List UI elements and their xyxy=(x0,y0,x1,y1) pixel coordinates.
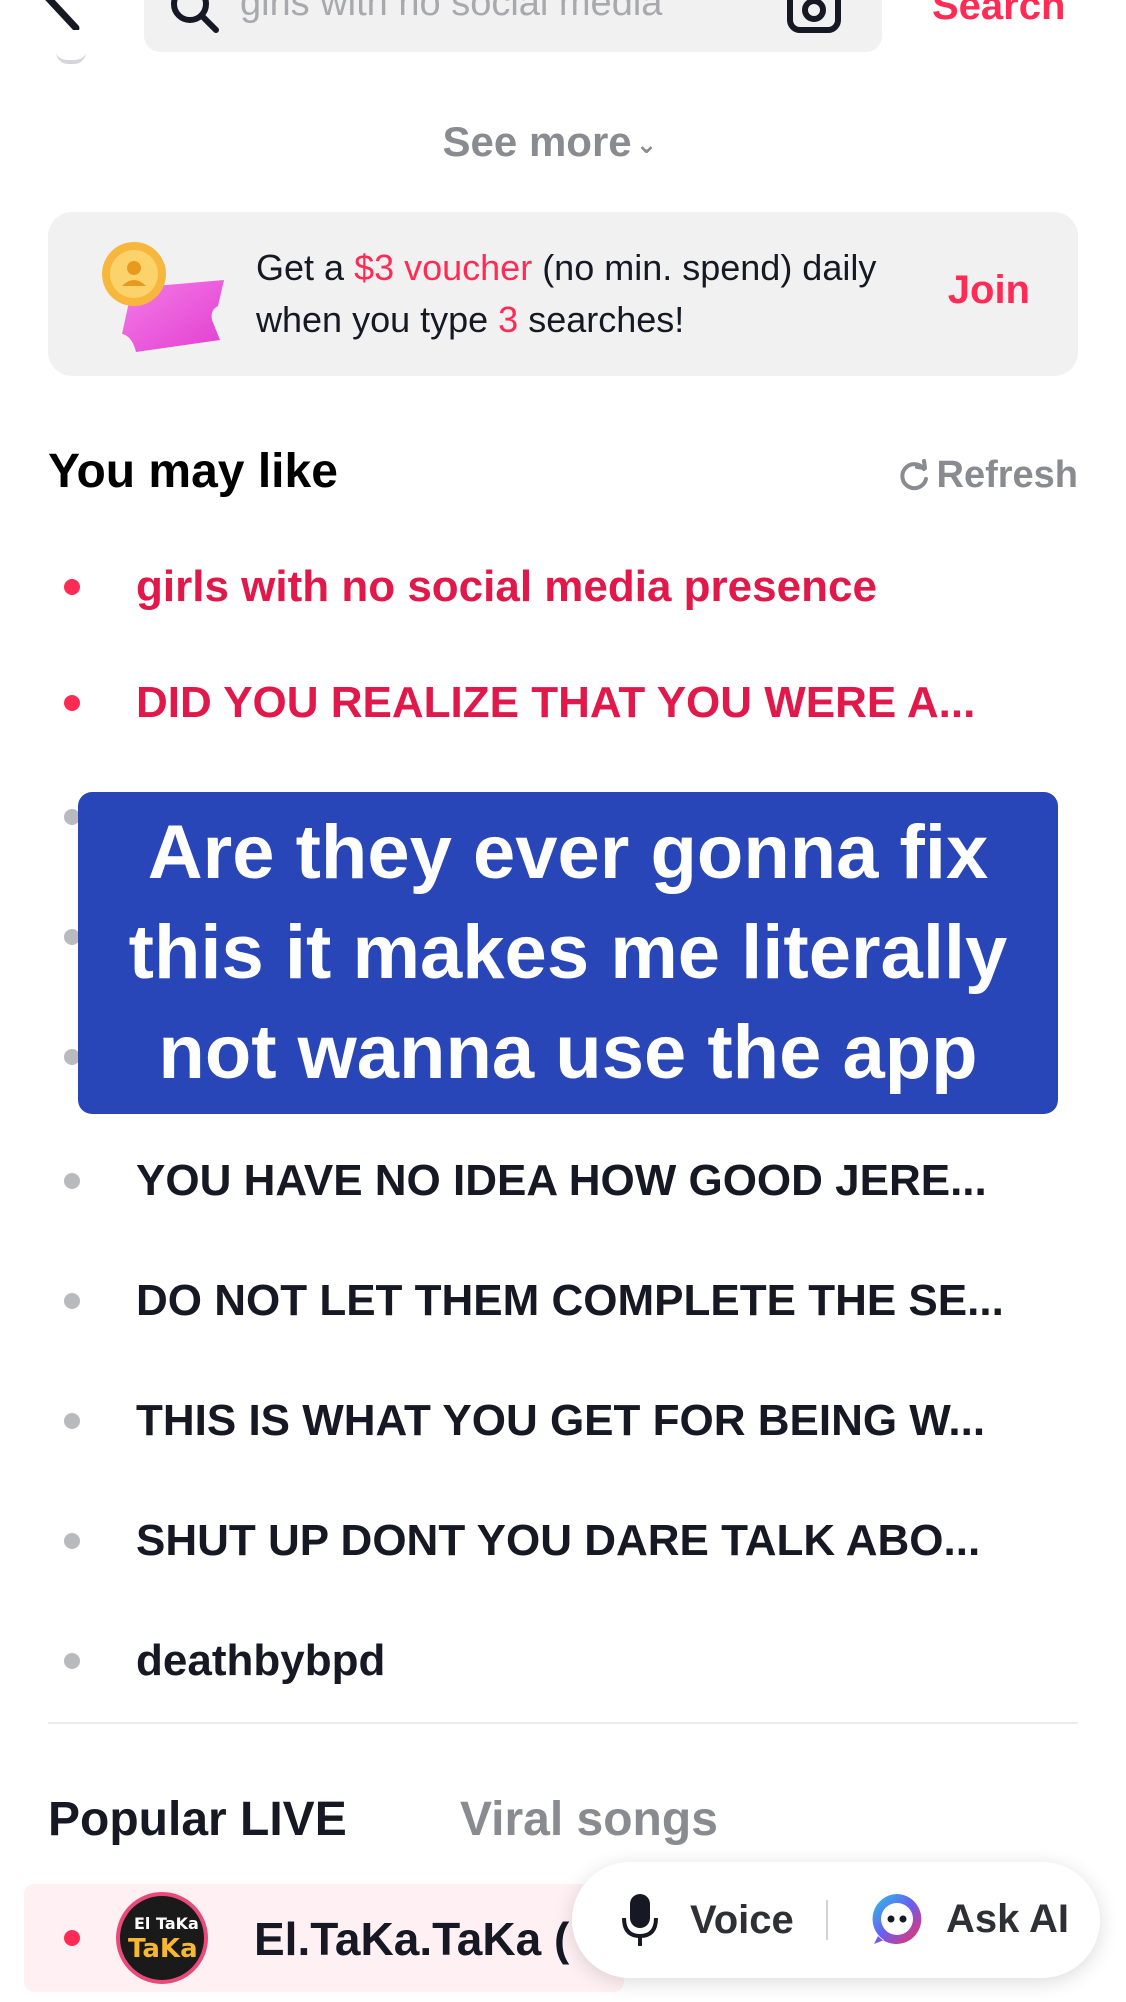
search-button[interactable]: Search xyxy=(932,0,1065,29)
caption-overlay: Are they ever gonna fix this it makes me… xyxy=(78,792,1058,1114)
live-list-item[interactable]: El TaKa TaKa El.TaKa.TaKa ( xyxy=(24,1884,624,1992)
search-icon xyxy=(171,0,219,33)
voice-button[interactable]: Voice xyxy=(618,1890,794,1950)
voucher-coin-ticket-icon xyxy=(102,242,224,352)
suggestion-label: deathbybpd xyxy=(136,1636,386,1685)
suggestion-item[interactable]: YOU HAVE NO IDEA HOW GOOD JERE... xyxy=(48,1136,1078,1226)
suggestion-item[interactable]: THIS IS WHAT YOU GET FOR BEING W... xyxy=(48,1376,1078,1466)
refresh-button[interactable]: Refresh xyxy=(897,454,1079,497)
refresh-label: Refresh xyxy=(936,454,1079,496)
suggestion-dot xyxy=(64,1173,80,1189)
ask-ai-button[interactable]: Ask AI xyxy=(868,1890,1069,1948)
ask-ai-label: Ask AI xyxy=(946,1896,1070,1941)
tab-popular-live[interactable]: Popular LIVE xyxy=(48,1792,347,1847)
suggestion-label: SHUT UP DONT YOU DARE TALK ABO... xyxy=(136,1516,981,1565)
suggestion-label: DO NOT LET THEM COMPLETE THE SE... xyxy=(136,1276,1004,1325)
caption-text: Are they ever gonna fix this it makes me… xyxy=(128,810,1008,1095)
search-query-text: girls with no social media xyxy=(240,0,663,24)
suggestion-bullet-partial xyxy=(56,52,86,64)
you-may-like-title: You may like xyxy=(48,445,338,498)
suggestion-dot xyxy=(64,1413,80,1429)
image-search-icon[interactable] xyxy=(784,0,844,42)
suggestion-label: girls with no social media presence xyxy=(136,562,877,611)
live-indicator-dot xyxy=(64,1930,80,1946)
see-more-label: See more xyxy=(442,118,632,165)
suggestion-dot xyxy=(64,1653,80,1669)
suggestion-item[interactable]: DID YOU REALIZE THAT YOU WERE A... xyxy=(48,658,1078,748)
suggestion-item[interactable]: girls with no social media presence xyxy=(48,542,1078,632)
assist-divider xyxy=(826,1900,828,1940)
chevron-down-icon: ⌄ xyxy=(635,129,658,160)
suggestion-item[interactable]: DO NOT LET THEM COMPLETE THE SE... xyxy=(48,1256,1078,1346)
suggestion-dot xyxy=(64,1533,80,1549)
voucher-text: Get a $3 voucher (no min. spend) daily w… xyxy=(256,247,877,340)
join-button[interactable]: Join xyxy=(948,268,1030,313)
voucher-banner[interactable]: Get a $3 voucher (no min. spend) daily w… xyxy=(48,212,1078,376)
trending-dot xyxy=(64,579,80,595)
voice-label: Voice xyxy=(690,1897,794,1942)
microphone-icon xyxy=(622,1894,658,1946)
tab-viral-songs[interactable]: Viral songs xyxy=(460,1792,718,1847)
ai-chat-icon xyxy=(872,1894,922,1944)
see-more-button[interactable]: See more ⌄ xyxy=(0,118,1100,166)
search-input[interactable]: girls with no social media xyxy=(144,0,882,52)
suggestion-label: DID YOU REALIZE THAT YOU WERE A... xyxy=(136,678,976,727)
avatar: El TaKa TaKa xyxy=(116,1892,208,1984)
suggestion-label: THIS IS WHAT YOU GET FOR BEING W... xyxy=(136,1396,986,1445)
search-results-page: girls with no social media Search See mo… xyxy=(0,0,1126,2002)
suggestion-label: YOU HAVE NO IDEA HOW GOOD JERE... xyxy=(136,1156,987,1205)
back-arrow-icon[interactable] xyxy=(40,0,100,30)
top-search-bar: girls with no social media Search xyxy=(0,0,1126,64)
refresh-icon xyxy=(899,458,928,490)
section-divider xyxy=(48,1722,1078,1724)
assistant-pill: Voice Ask AI xyxy=(572,1862,1100,1978)
suggestion-item[interactable]: SHUT UP DONT YOU DARE TALK ABO... xyxy=(48,1496,1078,1586)
live-streamer-name: El.TaKa.TaKa ( xyxy=(254,1913,570,1965)
suggestion-dot xyxy=(64,1293,80,1309)
trending-dot xyxy=(64,695,80,711)
suggestion-item[interactable]: deathbybpd xyxy=(48,1616,1078,1706)
